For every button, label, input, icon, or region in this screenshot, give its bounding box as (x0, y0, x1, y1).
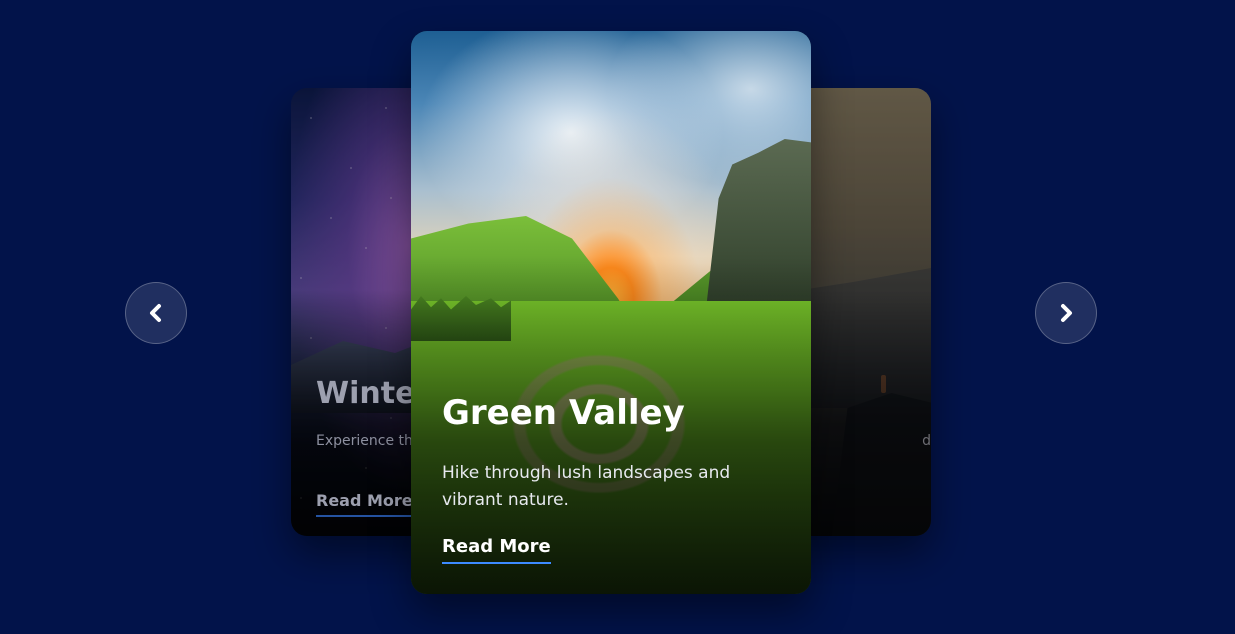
read-more-link[interactable]: Read More (316, 491, 413, 517)
card-description: d (922, 433, 931, 449)
carousel-stage: Winter Experience the snow-covered Read … (0, 0, 1235, 634)
chevron-right-icon (1061, 304, 1072, 322)
chevron-left-icon (150, 304, 161, 322)
next-button[interactable] (1035, 282, 1097, 344)
card-description: Hike through lush landscapes and vibrant… (442, 463, 731, 510)
card-green-valley[interactable]: Green Valley Hike through lush landscape… (411, 31, 811, 594)
prev-button[interactable] (125, 282, 187, 344)
read-more-link[interactable]: Read More (442, 536, 551, 564)
card-title: Green Valley (442, 393, 685, 433)
